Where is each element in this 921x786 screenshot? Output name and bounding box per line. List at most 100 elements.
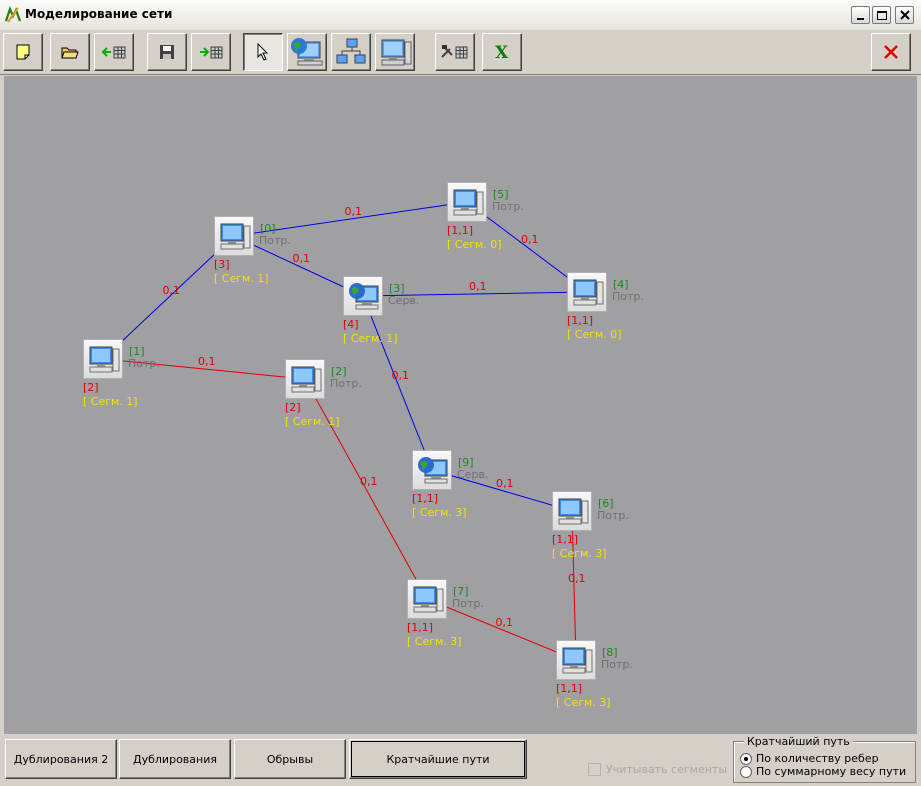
network-canvas[interactable]: 0,1 0,1 0,1 0,1 0,1 0,1 0,1 0,1 0,1 0,1 0,1 [0] Потр… xyxy=(4,76,917,734)
toolbar: X xyxy=(0,30,921,75)
computer-icon[interactable] xyxy=(552,491,592,531)
radio-by-edge-count-dot[interactable] xyxy=(740,752,752,765)
node-5[interactable] xyxy=(447,182,487,222)
radio-by-edge-count-label: По количеству ребер xyxy=(756,752,879,765)
pointer-tool-button[interactable] xyxy=(243,33,283,71)
radio-by-edge-count[interactable]: По количеству ребер xyxy=(740,752,879,765)
open-button[interactable] xyxy=(50,33,90,71)
add-computer-button[interactable] xyxy=(375,33,415,71)
computer-icon[interactable] xyxy=(285,359,325,399)
node-type-label: Потр. xyxy=(452,597,484,610)
maximize-icon xyxy=(877,11,887,20)
node-segment-label: [ Сегм. 0] xyxy=(447,238,502,251)
title-bar: Моделирование сети xyxy=(0,0,921,31)
edge-weight-label: 0,1 xyxy=(391,369,410,382)
computer-icon[interactable] xyxy=(447,182,487,222)
export-button[interactable] xyxy=(191,33,231,71)
computer-icon[interactable] xyxy=(567,272,607,312)
duplications-button[interactable]: Дублирования xyxy=(119,739,231,779)
computer-icon[interactable] xyxy=(407,579,447,619)
shortest-path-group-title: Кратчайший путь xyxy=(744,735,853,748)
edge-weight-label: 0,1 xyxy=(198,355,216,368)
segments-checkbox-box[interactable] xyxy=(588,763,601,776)
window-close-button[interactable] xyxy=(895,6,914,24)
edge-weight-label: 0,1 xyxy=(344,205,363,218)
app-icon xyxy=(4,6,22,23)
node-type-label: Потр. xyxy=(597,509,629,522)
node-7[interactable] xyxy=(407,579,447,619)
server-icon[interactable] xyxy=(412,450,452,490)
radio-by-path-weight-label: По суммарному весу пути xyxy=(756,765,907,778)
node-0[interactable] xyxy=(214,216,254,256)
node-duplication-label: [1,1] xyxy=(567,314,594,327)
excel-icon: X xyxy=(495,43,509,61)
radio-by-path-weight[interactable]: По суммарному весу пути xyxy=(740,765,906,778)
segments-checkbox[interactable]: Учитывать сегменты xyxy=(588,763,727,776)
shortest-path-group: Кратчайший путь По количеству ребер По с… xyxy=(733,735,916,783)
close-icon xyxy=(884,45,898,59)
new-button[interactable] xyxy=(3,33,43,71)
import-button[interactable] xyxy=(94,33,134,71)
node-segment-label: [ Сегм. 3] xyxy=(552,547,607,560)
excel-export-button[interactable]: X xyxy=(482,33,522,71)
server-icon[interactable] xyxy=(343,276,383,316)
node-segment-label: [ Сегм. 3] xyxy=(412,506,467,519)
node-8[interactable] xyxy=(556,640,596,680)
edge-weight-label: 0,1 xyxy=(469,280,487,293)
maximize-button[interactable] xyxy=(872,6,891,24)
server-globe-icon xyxy=(291,38,323,66)
edge-weight-label: 0,1 xyxy=(568,571,586,585)
node-type-label: Потр. xyxy=(128,357,160,370)
close-button[interactable] xyxy=(871,33,911,71)
node-duplication-label: [1,1] xyxy=(447,224,474,237)
shortest-paths-button[interactable]: Кратчайшие пути xyxy=(349,739,527,779)
node-9[interactable] xyxy=(412,450,452,490)
node-type-label: Потр. xyxy=(330,377,362,390)
save-button[interactable] xyxy=(147,33,187,71)
node-type-label: Потр. xyxy=(492,200,524,213)
node-segment-label: [ Сегм. 3] xyxy=(407,635,462,648)
node-3[interactable] xyxy=(343,276,383,316)
node-duplication-label: [4] xyxy=(343,318,359,331)
add-server-button[interactable] xyxy=(287,33,327,71)
edge-weight-label: 0,1 xyxy=(360,475,378,488)
node-type-label: Потр. xyxy=(259,234,291,247)
node-duplication-label: [1,1] xyxy=(556,682,583,695)
edge-7-8[interactable] xyxy=(426,598,577,661)
node-duplication-label: [2] xyxy=(285,401,301,414)
segments-checkbox-label: Учитывать сегменты xyxy=(606,763,727,776)
duplications-2-button[interactable]: Дублирования 2 xyxy=(5,739,117,779)
node-type-label: Потр. xyxy=(601,658,633,671)
open-folder-icon xyxy=(61,47,79,59)
minimize-button[interactable] xyxy=(851,6,870,24)
save-icon xyxy=(160,45,174,59)
node-segment-label: [ Сегм. 1] xyxy=(285,415,340,428)
tools-button[interactable] xyxy=(435,33,475,71)
computer-icon[interactable] xyxy=(83,339,123,379)
pointer-icon xyxy=(257,43,269,61)
node-duplication-label: [1,1] xyxy=(552,533,579,546)
computer-icon[interactable] xyxy=(556,640,596,680)
computer-icon[interactable] xyxy=(214,216,254,256)
node-duplication-label: [3] xyxy=(214,258,230,271)
export-icon xyxy=(200,46,223,59)
tools-icon xyxy=(441,45,468,59)
node-duplication-label: [2] xyxy=(83,381,99,394)
svg-text:X: X xyxy=(495,43,509,61)
breaks-button[interactable]: Обрывы xyxy=(234,739,346,779)
network-icon xyxy=(336,38,366,64)
node-segment-label: [ Сегм. 0] xyxy=(567,328,622,341)
minimize-icon xyxy=(857,18,864,20)
edge-3-9[interactable] xyxy=(362,295,433,471)
radio-by-path-weight-dot[interactable] xyxy=(740,765,752,778)
edge-weight-label: 0,1 xyxy=(292,252,311,265)
node-6[interactable] xyxy=(552,491,592,531)
node-4[interactable] xyxy=(567,272,607,312)
node-segment-label: [ Сегм. 1] xyxy=(343,332,398,345)
edge-weight-label: 0,1 xyxy=(162,283,181,297)
node-duplication-label: [1,1] xyxy=(407,621,434,634)
node-2[interactable] xyxy=(285,359,325,399)
node-1[interactable] xyxy=(83,339,123,379)
node-type-label: Серв. xyxy=(457,468,489,481)
add-network-button[interactable] xyxy=(331,33,371,71)
